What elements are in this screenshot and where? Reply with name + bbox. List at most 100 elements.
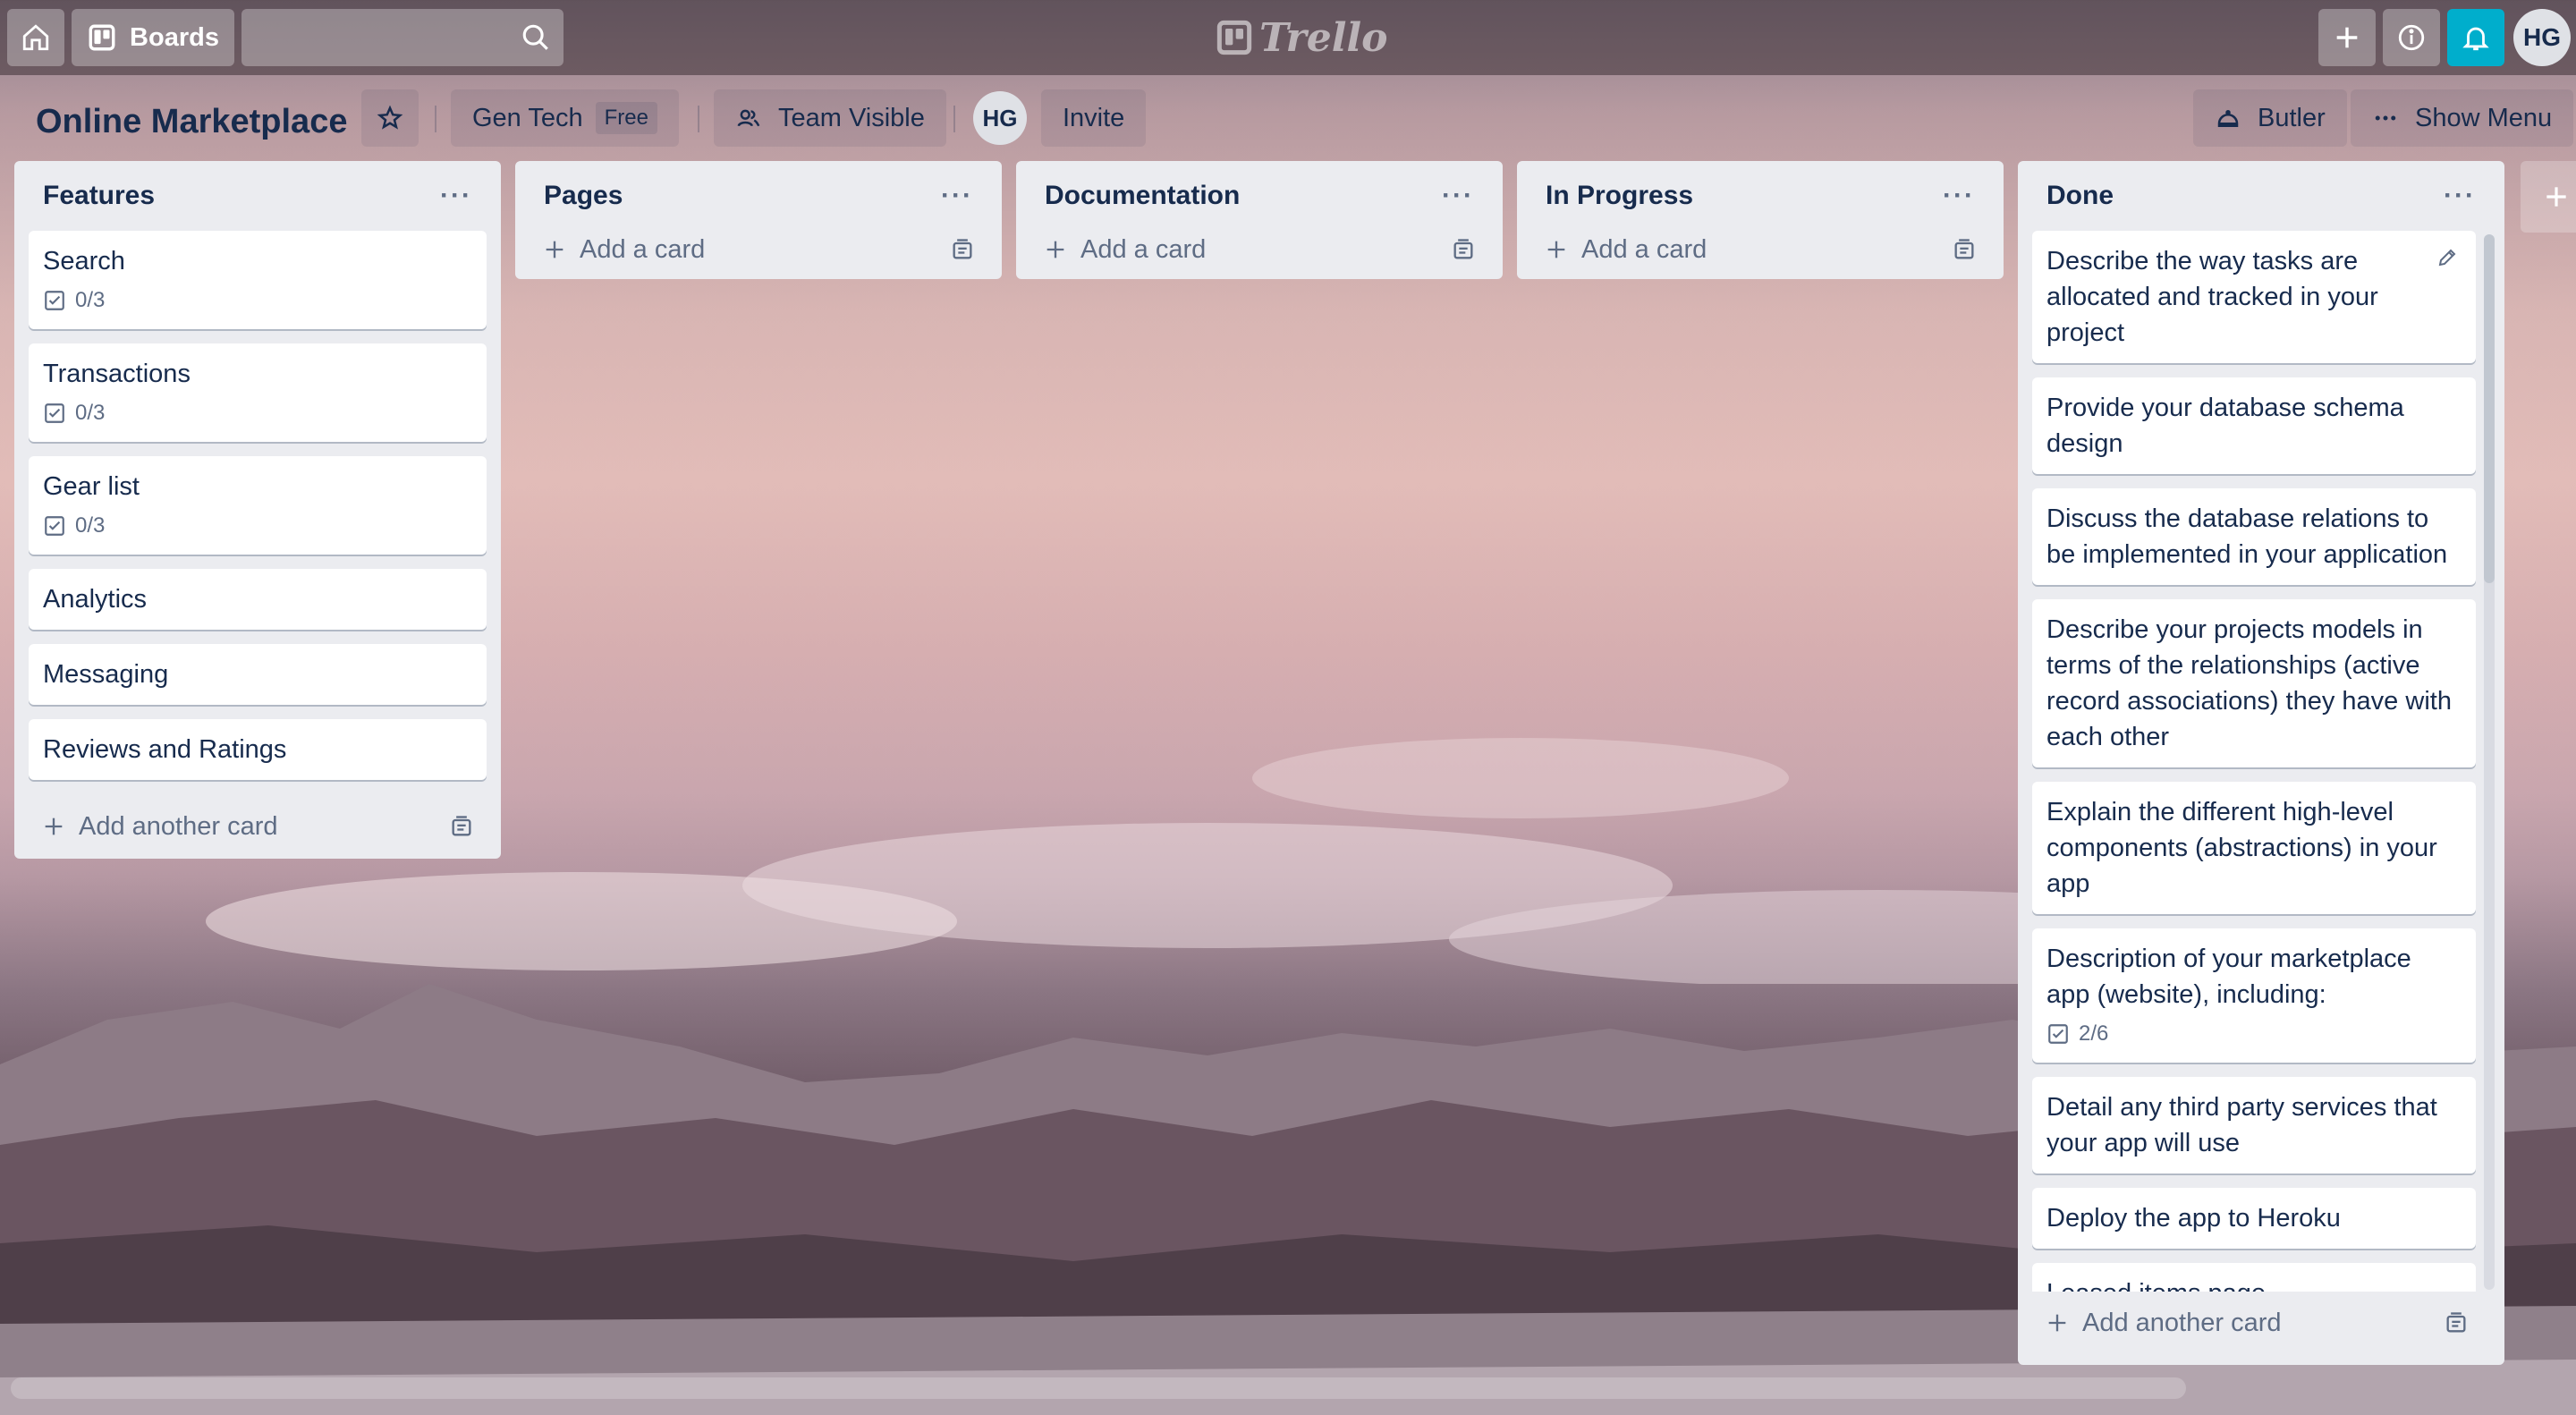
list-menu-icon[interactable]: ··· [440,181,472,211]
card-template-icon[interactable] [449,814,474,839]
card[interactable]: Deploy the app to Heroku [2032,1188,2476,1249]
done-list-scroll-thumb[interactable] [2484,234,2495,583]
notifications-button[interactable] [2447,9,2504,66]
add-card-row: Add another card [14,794,501,859]
list-menu-icon[interactable]: ··· [1442,181,1474,211]
create-button[interactable] [2318,9,2376,66]
card[interactable]: Detail any third party services that you… [2032,1077,2476,1174]
card[interactable]: Explain the different high-level compone… [2032,782,2476,914]
pencil-icon[interactable] [2436,247,2458,268]
list-menu-icon[interactable]: ··· [2444,181,2476,211]
list-menu-icon[interactable]: ··· [1943,181,1975,211]
plan-badge: Free [595,102,657,134]
list-done: Done ··· Describe the way tasks are allo… [2018,161,2504,1365]
card-title: Describe your projects models in terms o… [2046,615,2452,751]
header-divider [435,106,436,132]
checklist-badge: 2/6 [2046,1018,2462,1050]
card-template-icon[interactable] [950,237,975,262]
bell-icon [2462,27,2489,51]
trello-logo[interactable]: Trello [1216,13,1388,63]
card[interactable]: Describe your projects models in terms o… [2032,599,2476,767]
checklist-icon [45,516,64,536]
list-title[interactable]: Done [2046,181,2114,211]
card-title: Gear list [43,472,140,501]
invite-button[interactable]: Invite [1041,89,1147,147]
list-in-progress: In Progress ··· Add a card [1517,161,2004,279]
user-avatar[interactable]: HG [2513,9,2571,66]
add-card-row: Add a card [1016,227,1503,279]
add-card-row: Add a card [1517,227,2004,279]
plus-icon [546,241,564,258]
done-list-scrollbar[interactable] [2484,234,2495,1290]
plus-icon [2546,187,2566,207]
add-card-label: Add a card [1080,234,1207,264]
board-title[interactable]: Online Marketplace [25,95,358,148]
checklist-count: 2/6 [2079,1021,2109,1046]
board-horizontal-scrollbar[interactable] [11,1377,2186,1399]
list-title[interactable]: Pages [544,181,623,211]
search-icon [522,24,548,50]
add-card-row: Add a card [515,227,1002,279]
plus-icon [1046,241,1064,258]
card[interactable]: Discuss the database relations to be imp… [2032,488,2476,585]
card-title: Leased items page [2046,1275,2462,1292]
list-title[interactable]: Features [43,181,155,211]
add-card-button[interactable]: Add a card [1544,235,1707,265]
card-template-icon[interactable] [1451,237,1476,262]
butler-icon [2217,110,2239,127]
plus-icon [2048,1314,2066,1332]
boards-label: Boards [130,22,219,52]
card[interactable]: Provide your database schema design [2032,377,2476,474]
add-card-button[interactable]: Add a card [542,235,705,265]
card-title: Describe the way tasks are allocated and… [2046,247,2378,347]
add-card-button[interactable]: Add a card [1043,235,1206,265]
list-features: Features ··· Search 0/3 Transactions 0/3… [14,161,501,859]
list-header: Pages ··· [515,161,1002,231]
info-icon [2398,24,2425,51]
add-card-button[interactable]: Add another card [2045,1309,2281,1338]
team-icon [737,109,760,127]
card-template-icon[interactable] [2444,1310,2469,1335]
card-container: Describe the way tasks are allocated and… [2018,231,2504,1292]
card[interactable]: Transactions 0/3 [29,343,487,442]
home-button[interactable] [7,9,64,66]
list-title[interactable]: In Progress [1546,181,1693,211]
search-input[interactable] [242,9,564,66]
card-title: Deploy the app to Heroku [2046,1204,2341,1233]
card[interactable]: Leased items page [2032,1263,2476,1292]
checklist-count: 0/3 [75,401,106,425]
show-menu-button[interactable]: Show Menu [2351,89,2574,147]
card[interactable]: Description of your marketplace app (web… [2032,928,2476,1063]
card-title: Transactions [43,360,191,388]
butler-button[interactable]: Butler [2193,89,2347,147]
header-divider [953,106,955,132]
header-divider [698,106,699,132]
board-member-avatar[interactable]: HG [973,91,1027,145]
card[interactable]: Search 0/3 [29,231,487,329]
card-title: Detail any third party services that you… [2046,1093,2437,1157]
card[interactable]: Describe the way tasks are allocated and… [2032,231,2476,363]
add-card-button[interactable]: Add another card [41,812,277,842]
checklist-badge: 0/3 [43,510,472,542]
list-menu-icon[interactable]: ··· [941,181,973,211]
add-card-label: Add a card [580,234,706,264]
info-button[interactable] [2383,9,2440,66]
star-board-button[interactable] [361,89,419,147]
boards-icon [89,24,115,51]
card[interactable]: Gear list 0/3 [29,456,487,555]
card-title: Reviews and Ratings [43,735,287,764]
team-button[interactable]: Gen Tech Free [451,89,679,147]
checklist-icon [45,291,64,310]
list-pages: Pages ··· Add a card [515,161,1002,279]
card[interactable]: Analytics [29,569,487,630]
visibility-button[interactable]: Team Visible [714,89,946,147]
boards-button[interactable]: Boards [72,9,234,66]
card-template-icon[interactable] [1952,237,1977,262]
card[interactable]: Messaging [29,644,487,705]
more-icon [2375,115,2396,121]
list-title[interactable]: Documentation [1045,181,1240,211]
add-list-button[interactable] [2521,161,2576,233]
card[interactable]: Reviews and Ratings [29,719,487,780]
card-title: Analytics [43,585,148,614]
card-title: Description of your marketplace app (web… [2046,945,2411,1009]
